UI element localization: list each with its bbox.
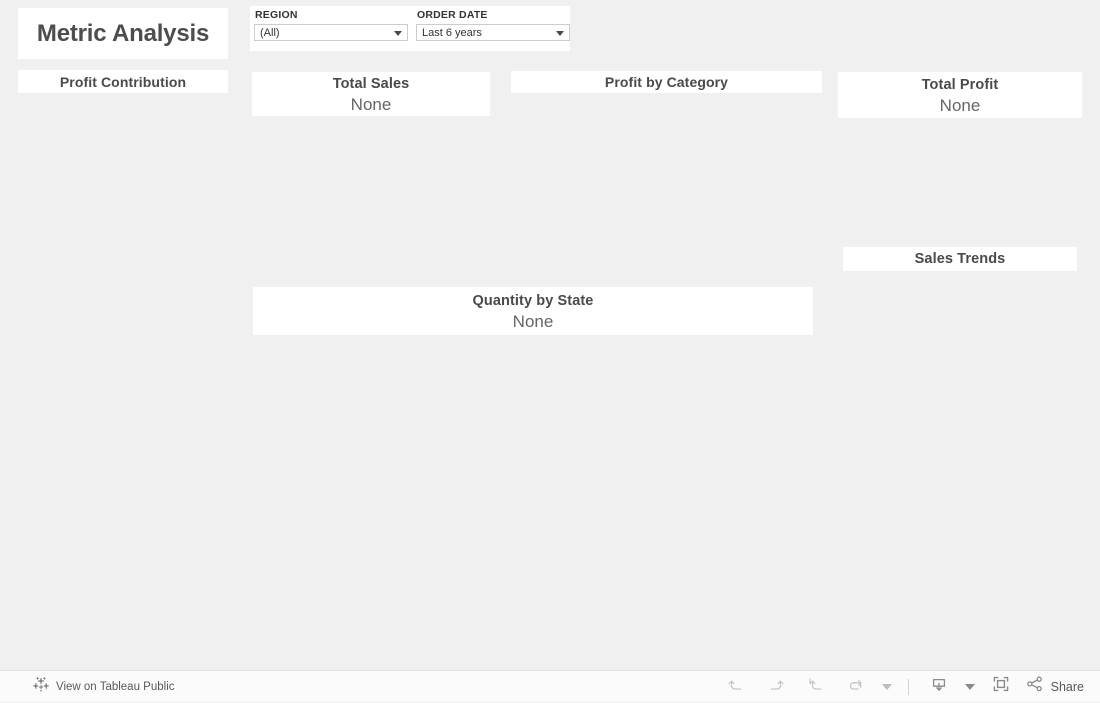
worksheet-value: None xyxy=(350,95,392,114)
filter-order-date-value: Last 6 years xyxy=(422,26,482,39)
filter-order-date-label: ORDER DATE xyxy=(417,9,488,21)
toolbar-actions: Share xyxy=(716,671,1100,703)
undo-icon xyxy=(726,674,746,699)
refresh-button[interactable] xyxy=(836,671,876,703)
worksheet-profit-contribution[interactable]: Profit Contribution xyxy=(18,70,228,93)
caret-down-icon xyxy=(881,683,892,690)
revert-icon xyxy=(806,674,826,699)
worksheet-quantity-by-state[interactable]: Quantity by State None xyxy=(253,287,813,335)
filter-order-date-select[interactable]: Last 6 years xyxy=(416,24,570,41)
refresh-icon xyxy=(846,674,866,699)
chevron-down-icon xyxy=(556,30,564,36)
worksheet-total-sales[interactable]: Total Sales None xyxy=(252,72,490,116)
worksheet-title: Quantity by State xyxy=(472,293,594,309)
redo-button[interactable] xyxy=(756,671,796,703)
share-button[interactable]: Share xyxy=(1021,674,1100,699)
dashboard-canvas: Metric Analysis REGION (All) ORDER DATE … xyxy=(0,0,1100,670)
undo-button[interactable] xyxy=(716,671,756,703)
dashboard-title-panel: Metric Analysis xyxy=(18,8,228,59)
filter-region-value: (All) xyxy=(260,26,280,39)
redo-icon xyxy=(766,674,786,699)
filter-order-date: ORDER DATE Last 6 years xyxy=(412,9,574,51)
fullscreen-button[interactable] xyxy=(981,671,1021,703)
worksheet-total-profit[interactable]: Total Profit None xyxy=(838,72,1082,118)
download-menu-button[interactable] xyxy=(959,671,981,703)
share-label: Share xyxy=(1050,679,1084,694)
download-icon xyxy=(929,674,949,699)
filter-region: REGION (All) xyxy=(250,9,412,51)
filter-card: REGION (All) ORDER DATE Last 6 years xyxy=(250,6,570,51)
page-title: Metric Analysis xyxy=(36,19,210,47)
view-on-tableau-public-link[interactable]: View on Tableau Public xyxy=(33,676,175,697)
worksheet-title: Sales Trends xyxy=(914,251,1006,267)
worksheet-value: None xyxy=(512,312,554,331)
fullscreen-icon xyxy=(991,674,1011,699)
tableau-logo-icon xyxy=(33,676,49,697)
worksheet-profit-by-category[interactable]: Profit by Category xyxy=(511,71,822,93)
revert-button[interactable] xyxy=(796,671,836,703)
worksheet-title: Profit by Category xyxy=(604,74,729,90)
bottom-toolbar: View on Tableau Public Share xyxy=(0,670,1100,702)
worksheet-title: Total Profit xyxy=(921,77,999,93)
chevron-down-icon xyxy=(394,30,402,36)
view-on-tableau-public-label: View on Tableau Public xyxy=(56,680,175,693)
toolbar-divider xyxy=(907,678,909,695)
worksheet-title: Total Sales xyxy=(332,76,410,92)
filter-region-select[interactable]: (All) xyxy=(254,24,408,41)
share-nodes-icon xyxy=(1025,674,1045,699)
caret-down-icon xyxy=(964,683,975,690)
worksheet-title: Profit Contribution xyxy=(59,73,187,90)
refresh-menu-button[interactable] xyxy=(876,671,898,703)
filter-region-label: REGION xyxy=(255,9,298,21)
worksheet-value: None xyxy=(939,96,981,115)
worksheet-sales-trends[interactable]: Sales Trends xyxy=(843,247,1077,271)
download-button[interactable] xyxy=(919,671,959,703)
